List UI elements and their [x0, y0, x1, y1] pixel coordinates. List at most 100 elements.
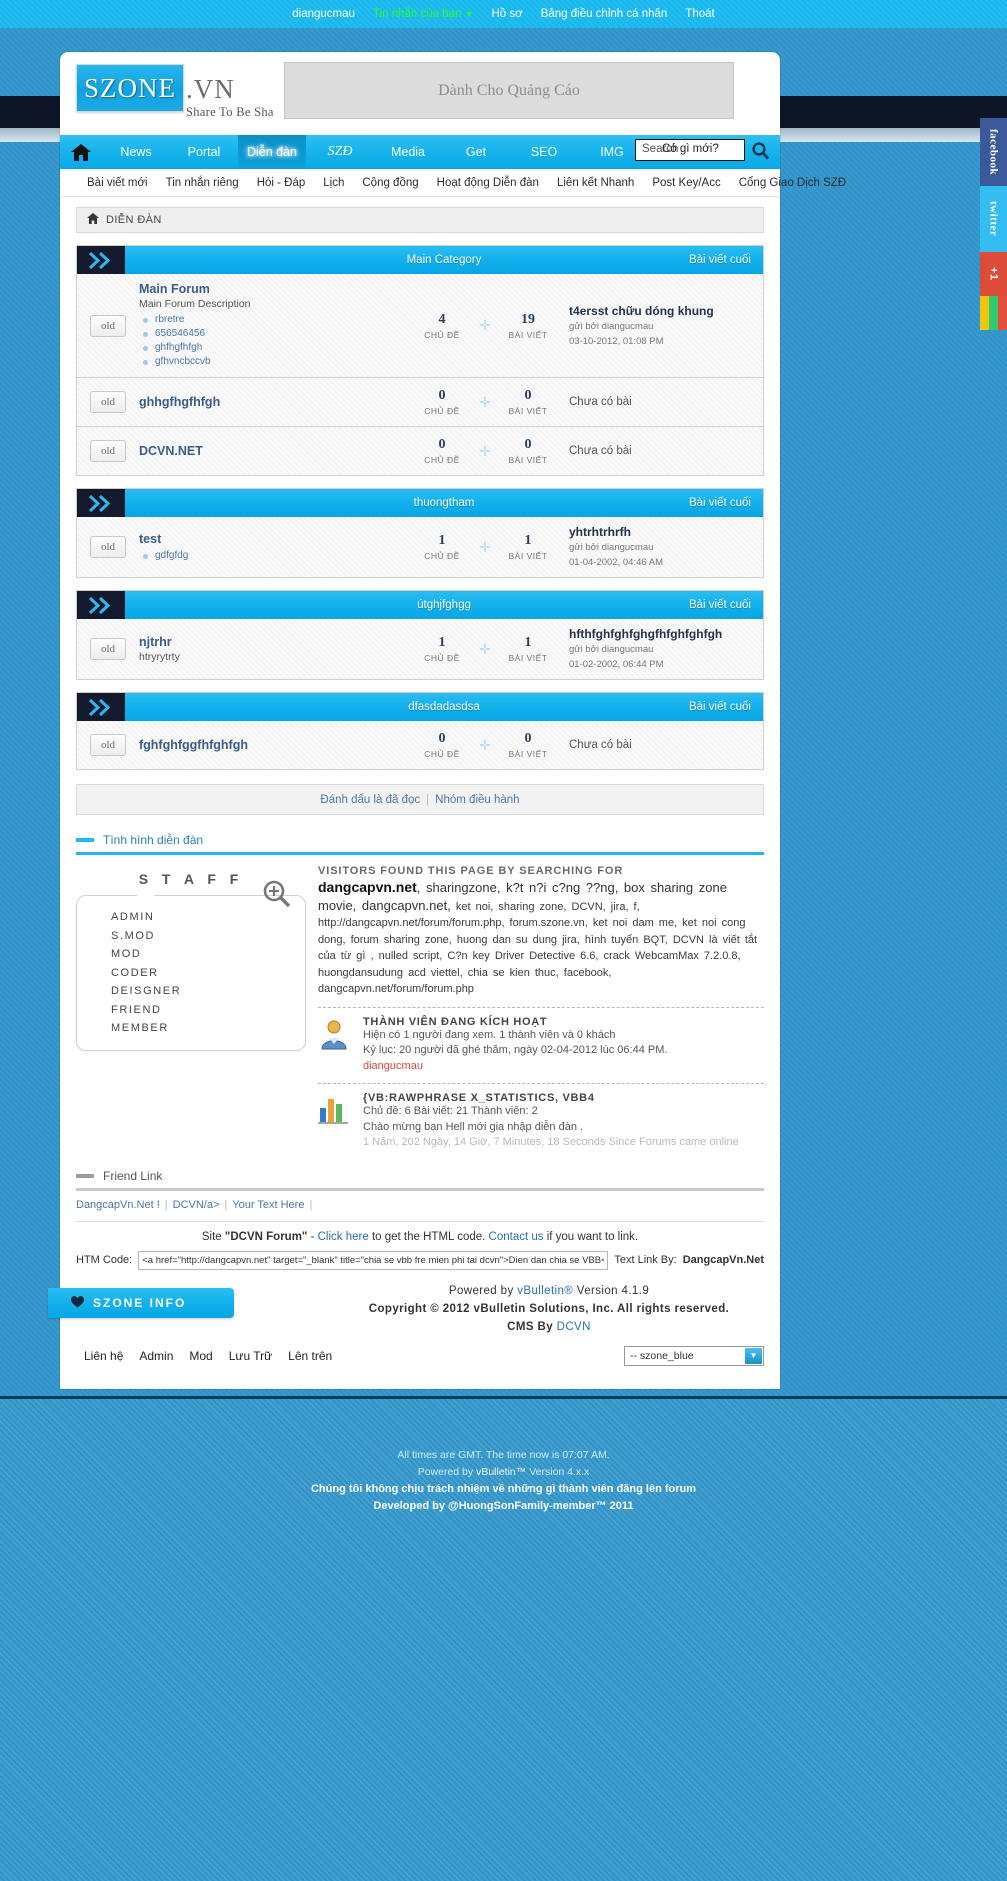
topbar-logout[interactable]: Thoát [685, 8, 714, 20]
cms-link[interactable]: DCVN [557, 1321, 591, 1333]
forum-name-link[interactable]: test [139, 532, 411, 546]
footer-link-top[interactable]: Lên trên [288, 1349, 332, 1363]
friend-link[interactable]: DCVN/a> [173, 1199, 220, 1211]
last-post-title[interactable]: t4ersst chữu dóng khung [569, 304, 763, 318]
staff-role[interactable]: MEMBER [111, 1019, 305, 1038]
nav-item-szd[interactable]: SZĐ [306, 135, 374, 169]
subforum-link[interactable]: 656546456 [155, 328, 205, 339]
magnifier-plus-icon[interactable] [262, 879, 292, 912]
nav-item-seo[interactable]: SEO [510, 135, 578, 169]
category-title[interactable]: Main Category [407, 254, 482, 266]
sitelink-dash: - [310, 1230, 315, 1243]
last-post-cell: yhtrhtrhrfh gửi bởi diangucmau 01-04-200… [559, 525, 763, 569]
staff-role[interactable]: MOD [111, 945, 305, 964]
subforum-link[interactable]: gdfgfdg [155, 550, 188, 561]
subforum-link[interactable]: rbretre [155, 314, 184, 325]
post-count: 0 BÀI VIẾT [508, 388, 548, 416]
subforum-link[interactable]: ghfhgfhfgh [155, 342, 202, 353]
search-input[interactable]: Search Có gì mới? [635, 139, 745, 161]
ad-banner[interactable]: Dành Cho Quảng Cáo [284, 62, 734, 119]
mark-read-link[interactable]: Đánh dấu là đã đọc [320, 794, 420, 806]
moderation-team-link[interactable]: Nhóm điều hành [435, 794, 519, 806]
magnifier-icon[interactable] [751, 141, 770, 160]
contact-us-link[interactable]: Contact us [489, 1231, 544, 1243]
staff-role[interactable]: DEISGNER [111, 982, 305, 1001]
szone-info-badge[interactable]: SZONE INFO [48, 1287, 234, 1318]
topbar-messages[interactable]: Tin nhắn của bạn ▼ [373, 8, 474, 20]
facebook-tab[interactable]: facebook [980, 118, 1007, 186]
category-title[interactable]: thuongtham [414, 497, 475, 509]
chevron-down-icon[interactable]: ▼ [745, 1347, 762, 1364]
forum-name-link[interactable]: Main Forum [139, 282, 411, 296]
twitter-tab[interactable]: twitter [980, 186, 1007, 252]
keyword-primary[interactable]: dangcapvn.net [318, 879, 417, 895]
footer-link-contact[interactable]: Liên hệ [84, 1349, 123, 1363]
forum-name-link[interactable]: fghfghfggfhfghfgh [139, 738, 411, 752]
chevron-double-right-icon [77, 693, 125, 721]
breadcrumb-label[interactable]: DIỄN ĐÀN [106, 214, 162, 226]
forum-info: Main Forum Main Forum Description rbretr… [139, 282, 411, 369]
staff-role[interactable]: CODER [111, 964, 305, 983]
last-post-author[interactable]: gửi bởi diangucmau [569, 643, 763, 656]
last-post-title[interactable]: yhtrhtrhrfh [569, 525, 763, 539]
footer-vbulletin-link[interactable]: vBulletin™ [476, 1466, 526, 1478]
friend-links: DangcapVn.Net ! | DCVN/a> | Your Text Here | [60, 1191, 780, 1211]
nav-item-get[interactable]: Get [442, 135, 510, 169]
sitelink-suffix: if you want to link. [546, 1230, 639, 1243]
nav-item-forum[interactable]: Diễn đàn [238, 135, 306, 169]
footer-link-mod[interactable]: Mod [189, 1349, 212, 1363]
googleplus-tab[interactable]: +1 [980, 252, 1007, 296]
last-post-author[interactable]: gửi bởi diangucmau [569, 320, 763, 333]
nav2-item-community[interactable]: Cộng đồng [353, 177, 427, 189]
subforum-link[interactable]: gfhvncbccvb [155, 356, 211, 367]
friend-link[interactable]: DangcapVn.Net ! [76, 1199, 160, 1211]
forum-status-icon: old [77, 638, 139, 660]
click-here-link[interactable]: Click here [318, 1231, 369, 1243]
htm-code-input[interactable] [138, 1250, 609, 1270]
section-title[interactable]: Tình hình diễn đàn [103, 833, 203, 847]
last-post-author[interactable]: gửi bởi diangucmau [569, 541, 763, 554]
category-title[interactable]: útghjfghgg [417, 599, 471, 611]
nav2-item-quick-links[interactable]: Liên kết Nhanh [548, 177, 643, 189]
category-title[interactable]: dfasdadasdsa [408, 701, 480, 713]
vbulletin-link[interactable]: vBulletin® [517, 1285, 573, 1297]
nav-item-news[interactable]: News [102, 135, 170, 169]
last-post-title[interactable]: hfthfghfghfghgfhfghfghfgh [569, 627, 763, 641]
forum-name-link[interactable]: DCVN.NET [139, 444, 411, 458]
section-title[interactable]: Friend Link [103, 1169, 162, 1183]
site-logo[interactable]: SZONE [76, 64, 184, 112]
forum-name-link[interactable]: ghhgfhgfhfgh [139, 395, 411, 409]
topbar-control-panel[interactable]: Bảng điều chỉnh cá nhân [541, 8, 668, 20]
forum-name-link[interactable]: njtrhr [139, 635, 411, 649]
statistics-counts: Chủ đề: 6 Bài viết: 21 Thành viên: 2 [363, 1105, 538, 1117]
style-selector[interactable]: -- szone_blue ▼ [624, 1345, 764, 1366]
nav2-item-post-key[interactable]: Post Key/Acc [643, 177, 729, 189]
staff-role[interactable]: S.MOD [111, 927, 305, 946]
thread-count: 1 CHỦ ĐỀ [424, 533, 460, 561]
separator: | [164, 1198, 168, 1211]
footer-link-admin[interactable]: Admin [139, 1349, 173, 1363]
home-icon[interactable] [87, 213, 99, 227]
topbar-username[interactable]: diangucmau [292, 8, 355, 20]
forum-status-icon: old [77, 440, 139, 462]
nav2-item-new-posts[interactable]: Bài viết mới [78, 177, 157, 189]
staff-role[interactable]: FRIEND [111, 1001, 305, 1020]
friend-link[interactable]: Your Text Here [232, 1199, 304, 1211]
nav2-item-forum-actions[interactable]: Hoạt động Diễn đàn [428, 177, 548, 189]
nav2-item-private-messages[interactable]: Tin nhắn riêng [157, 177, 248, 189]
footer-link-archive[interactable]: Lưu Trữ [229, 1349, 272, 1363]
logo-tagline: Share To Be Sha [186, 105, 274, 119]
nav-item-portal[interactable]: Portal [170, 135, 238, 169]
nav2-item-faq[interactable]: Hỏi - Đáp [248, 177, 315, 189]
search-overlay-text: Có gì mới? [662, 143, 719, 155]
sitelink-name: "DCVN Forum" [224, 1230, 308, 1243]
nav2-item-calendar[interactable]: Lịch [314, 177, 353, 189]
section-dash-icon [76, 838, 94, 842]
thread-count: 0 CHỦ ĐỀ [424, 388, 460, 416]
last-post-cell: Chưa có bài [559, 396, 763, 408]
nav2-item-trading-portal[interactable]: Cổng Giao Dịch SZĐ [730, 177, 855, 189]
home-icon[interactable] [60, 143, 102, 162]
active-user-link[interactable]: diangucmau [363, 1060, 423, 1072]
nav-item-media[interactable]: Media [374, 135, 442, 169]
topbar-profile[interactable]: Hồ sơ [492, 8, 523, 20]
